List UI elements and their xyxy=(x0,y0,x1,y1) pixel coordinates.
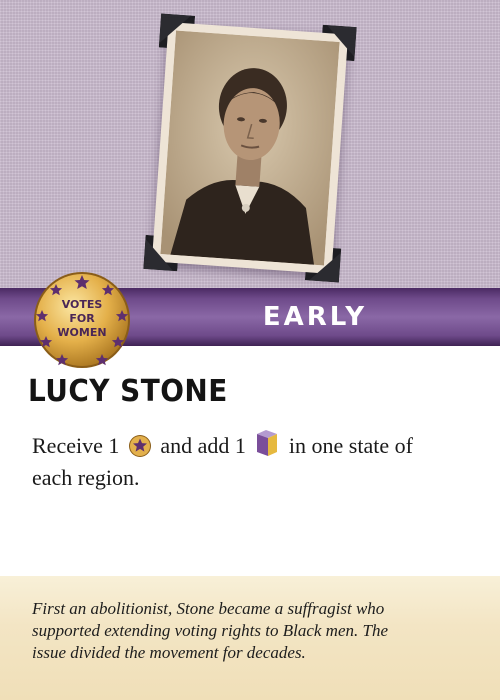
card-title: LUCY STONE xyxy=(28,374,228,409)
card[interactable]: EARLY VOTES FOR WOMEN LUCY STONE Receive… xyxy=(0,0,500,700)
ability-text-part: in one state of xyxy=(288,433,413,458)
photo-corner-icon xyxy=(143,234,178,272)
ability-text: Receive 1 and add 1 in one state of each… xyxy=(32,428,472,494)
flavor-line-3: issue divided the movement for decades. xyxy=(32,643,306,662)
purple-yellow-cube-icon xyxy=(257,430,278,456)
ability-line-1: Receive 1 and add 1 in one state of xyxy=(32,428,472,462)
votes-for-women-badge-icon: VOTES FOR WOMEN xyxy=(34,272,130,368)
flavor-line-1: First an abolitionist, Stone became a su… xyxy=(32,599,385,618)
ability-text-part: and add 1 xyxy=(160,433,246,458)
star-token-icon xyxy=(128,435,151,457)
photo-corner-icon xyxy=(304,248,342,283)
badge-line-2: FOR xyxy=(69,312,95,325)
portrait-image xyxy=(160,30,340,266)
flavor-text: First an abolitionist, Stone became a su… xyxy=(32,598,482,664)
flavor-line-2: supported extending voting rights to Bla… xyxy=(32,621,388,640)
ability-text-part: Receive 1 xyxy=(32,433,120,458)
ability-line-2: each region. xyxy=(32,465,140,490)
photo-corner-icon xyxy=(158,13,196,48)
portrait-photo xyxy=(143,13,357,283)
era-label: EARLY xyxy=(262,302,368,332)
badge-line-1: VOTES xyxy=(62,298,103,311)
badge-line-3: WOMEN xyxy=(57,326,106,339)
photo-corner-icon xyxy=(322,24,357,62)
